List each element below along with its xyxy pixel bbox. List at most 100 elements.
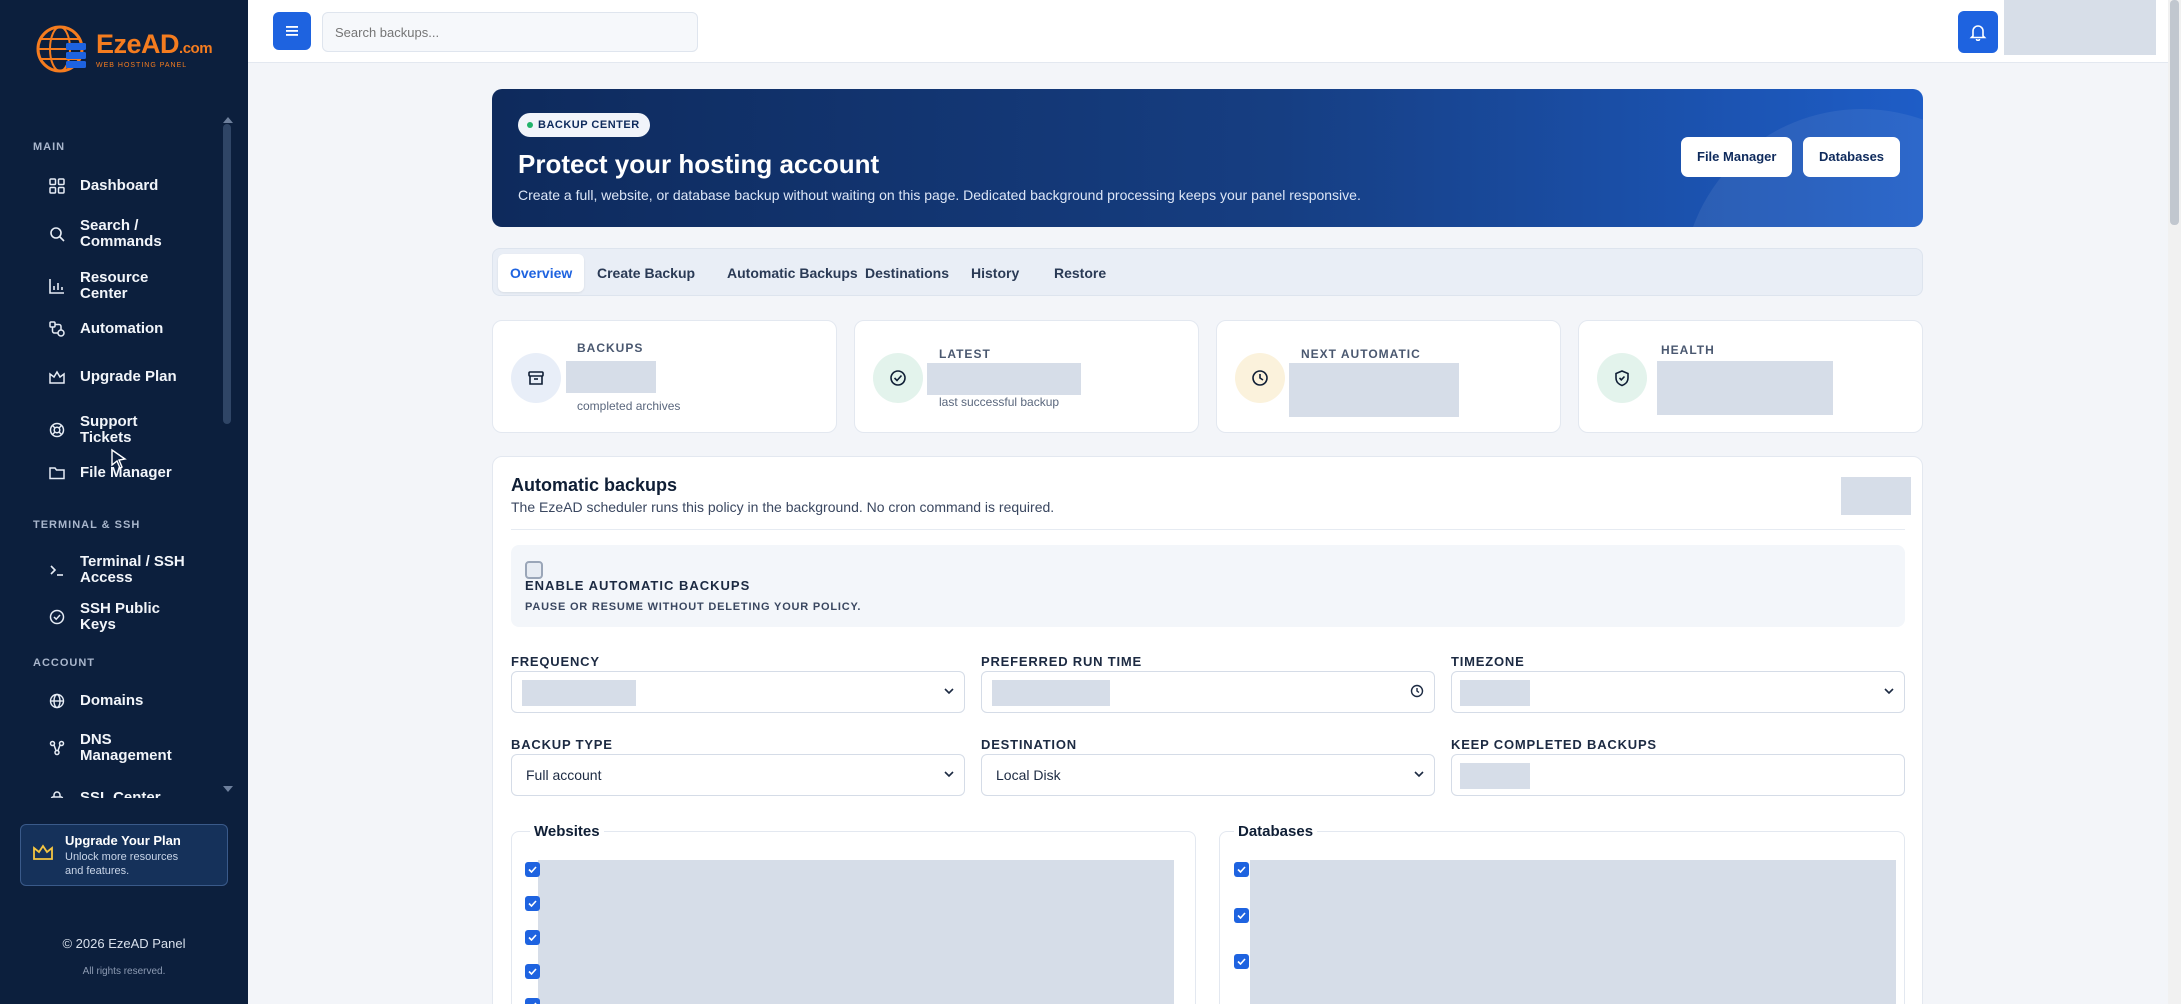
upgrade-plan-card[interactable]: Upgrade Your Plan Unlock more resources … — [20, 824, 228, 886]
tab-overview[interactable]: Overview — [498, 254, 585, 292]
sidebar-item-dns-management[interactable]: DNS Management — [46, 732, 226, 764]
grid-icon — [46, 175, 68, 197]
brand-suffix: .com — [179, 40, 213, 57]
sidebar-item-domains[interactable]: Domains — [46, 690, 226, 712]
website-checkbox[interactable] — [525, 964, 540, 979]
backup-type-select[interactable]: Full account — [511, 754, 965, 796]
globe-logo-icon — [36, 25, 86, 73]
sidebar-item-ssh-public-keys[interactable]: SSH Public Keys — [46, 601, 226, 633]
sidebar-item-label: SSH Public Keys — [80, 600, 161, 633]
websites-title: Websites — [530, 823, 604, 840]
sidebar-scroll-down[interactable] — [223, 786, 233, 792]
website-checkbox[interactable] — [525, 998, 540, 1004]
tab-destinations[interactable]: Destinations — [853, 254, 961, 292]
stat-card-latest: LATEST last successful backup — [854, 320, 1199, 433]
menu-toggle-button[interactable] — [273, 12, 311, 50]
website-checkbox[interactable] — [525, 896, 540, 911]
stat-label-health: HEALTH — [1661, 343, 1715, 357]
sidebar-item-resource-center[interactable]: Resource Center — [46, 270, 226, 302]
sidebar-item-label: Support Tickets — [80, 413, 138, 446]
key-check-icon — [46, 606, 68, 628]
sidebar-item-dashboard[interactable]: Dashboard — [46, 175, 226, 197]
section-main: MAIN — [33, 141, 66, 153]
destination-select[interactable]: Local Disk — [981, 754, 1435, 796]
backup-center-badge: BACKUP CENTER — [518, 113, 650, 137]
check-circle-icon — [873, 353, 923, 403]
sidebar-item-file-manager[interactable]: File Manager — [46, 462, 226, 484]
sidebar-item-search-commands[interactable]: Search / Commands — [46, 218, 226, 250]
sidebar-item-label: Dashboard — [80, 177, 159, 194]
stat-sub-latest: last successful backup — [939, 395, 1060, 409]
file-manager-button[interactable]: File Manager — [1681, 137, 1793, 177]
search-input[interactable] — [322, 12, 698, 52]
copyright: © 2026 EzeAD Panel — [62, 936, 186, 951]
enable-automatic-toggle: ENABLE AUTOMATIC BACKUPS PAUSE OR RESUME… — [511, 545, 1905, 627]
frequency-select[interactable] — [511, 671, 965, 713]
badge-label: BACKUP CENTER — [538, 119, 640, 131]
sidebar-item-support-tickets[interactable]: Support Tickets — [46, 414, 226, 446]
database-checkbox[interactable] — [1234, 908, 1249, 923]
stat-label-next: NEXT AUTOMATIC — [1301, 347, 1421, 361]
page-scrollbar-thumb[interactable] — [2170, 0, 2179, 225]
frequency-label: FREQUENCY — [511, 654, 600, 669]
tab-create-backup[interactable]: Create Backup — [585, 254, 707, 292]
stat-card-health: HEALTH — [1578, 320, 1923, 433]
chevron-down-icon — [1884, 688, 1894, 695]
hero-title: Protect your hosting account — [518, 149, 880, 179]
sidebar-item-ssl-center[interactable]: SSL Center — [46, 787, 226, 798]
chevron-down-icon — [1414, 771, 1424, 778]
backup-type-value: Full account — [526, 767, 602, 783]
brand-logo[interactable]: EzeAD.com WEB HOSTING PANEL — [32, 20, 217, 78]
sidebar-item-label: Domains — [80, 692, 144, 709]
user-profile-placeholder[interactable] — [2004, 0, 2156, 55]
notifications-button[interactable] — [1958, 11, 1998, 53]
bell-icon — [1969, 25, 1987, 41]
tab-restore[interactable]: Restore — [1042, 254, 1118, 292]
backup-hero-banner: BACKUP CENTER Protect your hosting accou… — [492, 89, 1923, 227]
workflow-icon — [46, 318, 68, 340]
stat-value-backups-placeholder — [566, 361, 656, 393]
sidebar-item-upgrade-plan[interactable]: Upgrade Plan — [46, 366, 226, 388]
website-checkbox[interactable] — [525, 930, 540, 945]
tab-history[interactable]: History — [959, 254, 1031, 292]
archive-icon — [511, 353, 561, 403]
database-checkbox[interactable] — [1234, 954, 1249, 969]
sidebar-item-terminal-ssh[interactable]: Terminal / SSH Access — [46, 554, 226, 586]
run-time-value-placeholder — [992, 680, 1110, 706]
clock-icon — [1410, 684, 1424, 698]
stat-value-latest-placeholder — [927, 363, 1081, 395]
sidebar-scroll-up[interactable] — [223, 117, 233, 123]
backup-tabs: Overview Create Backup Automatic Backups… — [492, 248, 1923, 296]
toggle-subtitle: PAUSE OR RESUME WITHOUT DELETING YOUR PO… — [525, 601, 862, 613]
databases-list-placeholder — [1250, 860, 1896, 1004]
sidebar-item-automation[interactable]: Automation — [46, 318, 226, 340]
keep-backups-input[interactable] — [1451, 754, 1905, 796]
timezone-label: TIMEZONE — [1451, 654, 1525, 669]
terminal-icon — [46, 559, 68, 581]
website-checkbox[interactable] — [525, 862, 540, 877]
databases-list: Databases — [1219, 823, 1905, 1004]
enable-automatic-checkbox[interactable] — [525, 561, 543, 579]
websites-list-placeholder — [538, 860, 1174, 1004]
database-checkbox[interactable] — [1234, 862, 1249, 877]
automatic-backups-panel: Automatic backups The EzeAD scheduler ru… — [492, 456, 1923, 1004]
section-account: ACCOUNT — [33, 657, 95, 669]
search-icon — [46, 223, 68, 245]
bar-chart-icon — [46, 275, 68, 297]
sidebar-scrollbar[interactable] — [223, 124, 231, 424]
sidebar-item-label: Terminal / SSH Access — [80, 553, 185, 586]
websites-list: Websites — [511, 823, 1196, 1004]
destination-label: DESTINATION — [981, 737, 1077, 752]
databases-title: Databases — [1234, 823, 1318, 840]
save-policy-placeholder[interactable] — [1841, 477, 1911, 515]
sidebar-item-label: Search / Commands — [80, 217, 162, 250]
timezone-select[interactable] — [1451, 671, 1905, 713]
panel-subtitle: The EzeAD scheduler runs this policy in … — [511, 499, 1055, 515]
hero-subtitle: Create a full, website, or database back… — [518, 187, 1361, 203]
run-time-input[interactable] — [981, 671, 1435, 713]
rights-reserved: All rights reserved. — [82, 966, 166, 977]
sidebar-overflow-clip: SSL Center — [0, 780, 248, 798]
tab-automatic-backups[interactable]: Automatic Backups — [715, 254, 870, 292]
databases-button[interactable]: Databases — [1803, 137, 1901, 177]
upgrade-icon — [46, 366, 68, 388]
